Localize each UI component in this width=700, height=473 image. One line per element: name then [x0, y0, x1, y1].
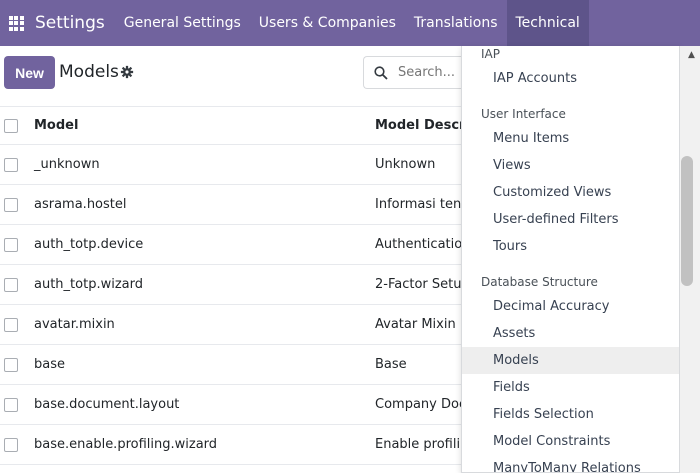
table-row[interactable]: _unknown Unknown: [0, 145, 470, 185]
cell-description: Avatar Mixin: [375, 317, 456, 332]
menu-general-settings[interactable]: General Settings: [115, 0, 250, 46]
menu-item-user-defined-filters[interactable]: User-defined Filters: [462, 206, 679, 233]
cell-model: asrama.hostel: [34, 197, 127, 212]
scrollbar-thumb[interactable]: [681, 156, 693, 286]
row-checkbox[interactable]: [4, 237, 18, 252]
cell-model: auth_totp.device: [34, 237, 144, 252]
menu-item-decimal-accuracy[interactable]: Decimal Accuracy: [462, 293, 679, 320]
menu-item-menu-items[interactable]: Menu Items: [462, 125, 679, 152]
cell-description: Unknown: [375, 157, 436, 172]
dropdown-header-user-interface: User Interface: [481, 107, 566, 121]
menu-item-iap-accounts[interactable]: IAP Accounts: [462, 65, 679, 92]
header-model[interactable]: Model: [34, 118, 78, 133]
row-checkbox[interactable]: [4, 197, 18, 212]
select-all-checkbox[interactable]: [4, 118, 18, 133]
dropdown-header-iap: IAP: [481, 47, 500, 61]
search-box[interactable]: [363, 56, 473, 89]
table-header-row: Model Model Descrip: [0, 106, 470, 145]
row-checkbox[interactable]: [4, 317, 18, 332]
cell-description: Informasi tent: [375, 197, 465, 212]
top-navbar: Settings General Settings Users & Compan…: [0, 0, 700, 46]
table-row[interactable]: base Base: [0, 345, 470, 385]
search-input[interactable]: [398, 65, 468, 80]
cell-description: Authentication: [375, 237, 465, 252]
table-row[interactable]: asrama.hostel Informasi tent: [0, 185, 470, 225]
menu-users-companies[interactable]: Users & Companies: [250, 0, 405, 46]
cell-description: Base: [375, 357, 407, 372]
menu-item-assets[interactable]: Assets: [462, 320, 679, 347]
header-model-description[interactable]: Model Descrip: [375, 118, 465, 133]
table-row[interactable]: avatar.mixin Avatar Mixin: [0, 305, 470, 345]
menu-item-model-constraints[interactable]: Model Constraints: [462, 428, 679, 455]
cell-model: _unknown: [34, 157, 100, 172]
cell-description: 2-Factor Setup: [375, 277, 465, 292]
app-brand[interactable]: Settings: [35, 13, 105, 33]
menu-item-fields-selection[interactable]: Fields Selection: [462, 401, 679, 428]
row-checkbox[interactable]: [4, 157, 18, 172]
menu-item-tours[interactable]: Tours: [462, 233, 679, 260]
new-button[interactable]: New: [4, 56, 55, 89]
row-checkbox[interactable]: [4, 277, 18, 292]
cell-model: base: [34, 357, 65, 372]
row-checkbox[interactable]: [4, 437, 18, 452]
cell-description: Enable profilin: [375, 437, 465, 452]
table-row[interactable]: base.enable.profiling.wizard Enable prof…: [0, 425, 470, 465]
menu-translations[interactable]: Translations: [405, 0, 507, 46]
cell-model: base.document.layout: [34, 397, 180, 412]
page-title: Models: [59, 62, 119, 82]
gear-icon[interactable]: [120, 65, 134, 79]
table-row[interactable]: auth_totp.device Authentication: [0, 225, 470, 265]
menu-item-fields[interactable]: Fields: [462, 374, 679, 401]
cell-model: avatar.mixin: [34, 317, 115, 332]
technical-dropdown: IAP IAP Accounts User Interface Menu Ite…: [461, 46, 680, 473]
cell-description: Company Doc: [375, 397, 465, 412]
models-table: Model Model Descrip _unknown Unknown asr…: [0, 106, 470, 465]
table-row[interactable]: base.document.layout Company Doc: [0, 385, 470, 425]
dropdown-header-database-structure: Database Structure: [481, 275, 598, 289]
menu-item-many2many-relations[interactable]: ManyToMany Relations: [462, 455, 679, 472]
row-checkbox[interactable]: [4, 397, 18, 412]
apps-menu-icon[interactable]: [0, 0, 32, 46]
search-icon: [374, 65, 388, 80]
table-row[interactable]: auth_totp.wizard 2-Factor Setup: [0, 265, 470, 305]
menu-technical[interactable]: Technical: [506, 0, 589, 46]
cell-model: base.enable.profiling.wizard: [34, 437, 218, 452]
menu-item-models[interactable]: Models: [462, 347, 679, 374]
scroll-up-arrow-icon[interactable]: ▲: [688, 50, 695, 60]
cell-model: auth_totp.wizard: [34, 277, 143, 292]
menu-item-views[interactable]: Views: [462, 152, 679, 179]
row-checkbox[interactable]: [4, 357, 18, 372]
menu-item-customized-views[interactable]: Customized Views: [462, 179, 679, 206]
